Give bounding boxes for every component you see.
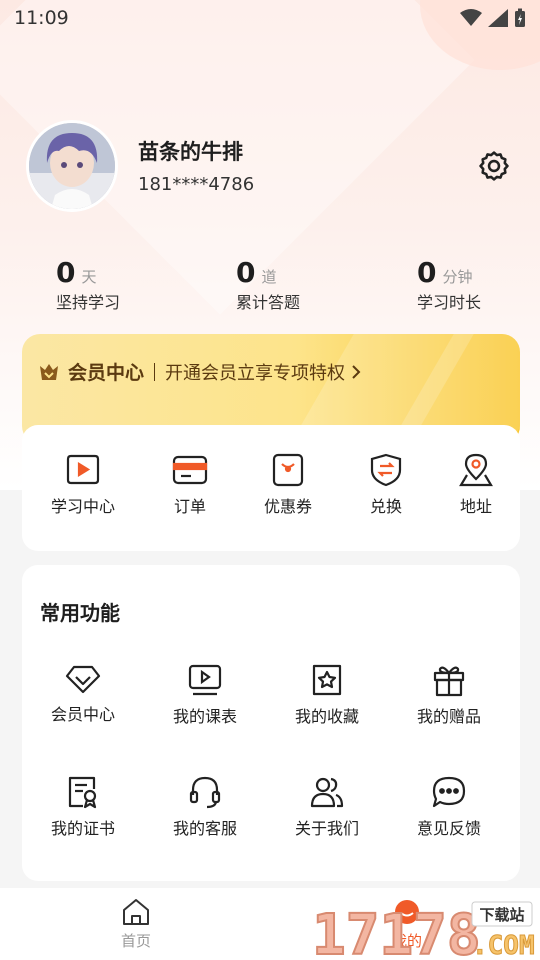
quick-menu: 学习中心 订单 优惠券 兑换 地址 [22,425,520,551]
vip-crown-icon [40,363,58,380]
quick-item-label: 订单 [173,497,206,516]
gift-icon [433,666,465,697]
stats-row: 0天 坚持学习 0道 累计答题 0 分钟 学习时长 [0,256,540,316]
star-bookmark-icon [312,664,342,696]
vip-divider [154,362,156,381]
quick-item-study-center[interactable]: 学习中心 [38,453,128,517]
status-bar: 11:09 [0,0,540,36]
vip-title: 会员中心 [68,362,145,384]
avatar-image [29,123,115,209]
quick-item-exchange[interactable]: 兑换 [341,453,431,517]
func-my-certificates[interactable]: 我的证书 [28,775,138,839]
status-time: 11:09 [14,7,69,29]
quick-item-label: 优惠券 [263,497,312,516]
func-item-label: 意见反馈 [416,819,481,838]
func-my-favorites[interactable]: 我的收藏 [272,663,382,727]
func-my-schedule[interactable]: 我的课表 [150,663,260,727]
func-feedback[interactable]: 意见反馈 [394,775,504,839]
gear-icon [479,151,509,181]
quick-item-label: 地址 [459,497,492,516]
func-item-label: 我的客服 [172,819,237,838]
watermark-badge: 下载站 [479,906,524,924]
func-my-gifts[interactable]: 我的赠品 [394,663,504,727]
func-vip-center[interactable]: 会员中心 [28,663,138,725]
location-icon [459,453,493,487]
stat-label: 学习时长 [417,293,482,312]
coupon-icon [272,453,304,487]
stat-unit: 天 [81,268,97,286]
battery-icon [515,8,525,27]
username: 苗条的牛排 [138,140,243,164]
common-functions-card: 常用功能 会员中心 我的课表 我的收藏 我的赠品 我的证书 我的客服 关于我们 … [22,565,520,881]
func-customer-service[interactable]: 我的客服 [150,775,260,839]
settings-button[interactable] [476,148,512,184]
func-item-label: 关于我们 [294,819,359,838]
card-icon [172,455,208,485]
func-about-us[interactable]: 关于我们 [272,775,382,839]
stat-duration[interactable]: 0 分钟 学习时长 [417,256,481,313]
func-item-label: 我的收藏 [294,707,359,726]
quick-item-address[interactable]: 地址 [431,453,521,517]
stat-value: 0 [236,256,256,289]
func-item-label: 我的课表 [172,707,237,726]
stat-value: 0 [56,256,76,289]
quick-item-coupons[interactable]: 优惠券 [243,453,333,517]
headset-icon [189,776,221,809]
section-title: 常用功能 [40,601,120,625]
wifi-icon [460,9,482,26]
stat-answers[interactable]: 0道 累计答题 [236,256,300,313]
profile-section: 苗条的牛排 181****4786 [26,120,516,212]
nav-home[interactable]: 首页 [91,898,181,951]
avatar[interactable] [26,120,118,212]
vip-description: 开通会员立享专项特权 [165,362,346,384]
stat-value: 0 [417,256,437,289]
watermark-text: 17178 [312,903,481,960]
func-item-label: 会员中心 [50,705,115,724]
stat-days[interactable]: 0天 坚持学习 [56,256,120,313]
chat-icon [432,776,466,808]
stat-label: 坚持学习 [56,293,121,312]
func-item-label: 我的赠品 [416,707,481,726]
home-icon [123,899,149,925]
phone-number: 181****4786 [138,174,255,195]
watermark-logo: 17178 下载站 .COM [311,898,536,960]
quick-item-orders[interactable]: 订单 [145,453,235,517]
chevron-right-icon [352,364,361,379]
stat-label: 累计答题 [236,293,301,312]
exchange-shield-icon [370,453,402,487]
video-play-icon [66,454,100,485]
users-icon [310,777,344,808]
nav-label: 首页 [120,932,151,950]
quick-item-label: 兑换 [369,497,402,516]
diamond-icon [65,665,101,694]
signal-icon [488,9,508,27]
certificate-icon [68,776,97,809]
status-icons [460,8,526,28]
watermark-suffix: .COM [472,931,535,960]
stat-unit: 道 [261,268,277,286]
stat-unit: 分钟 [442,268,473,286]
vip-row: 会员中心 开通会员立享专项特权 [38,358,361,385]
course-video-icon [188,664,222,696]
func-item-label: 我的证书 [50,819,115,838]
quick-item-label: 学习中心 [50,497,115,516]
